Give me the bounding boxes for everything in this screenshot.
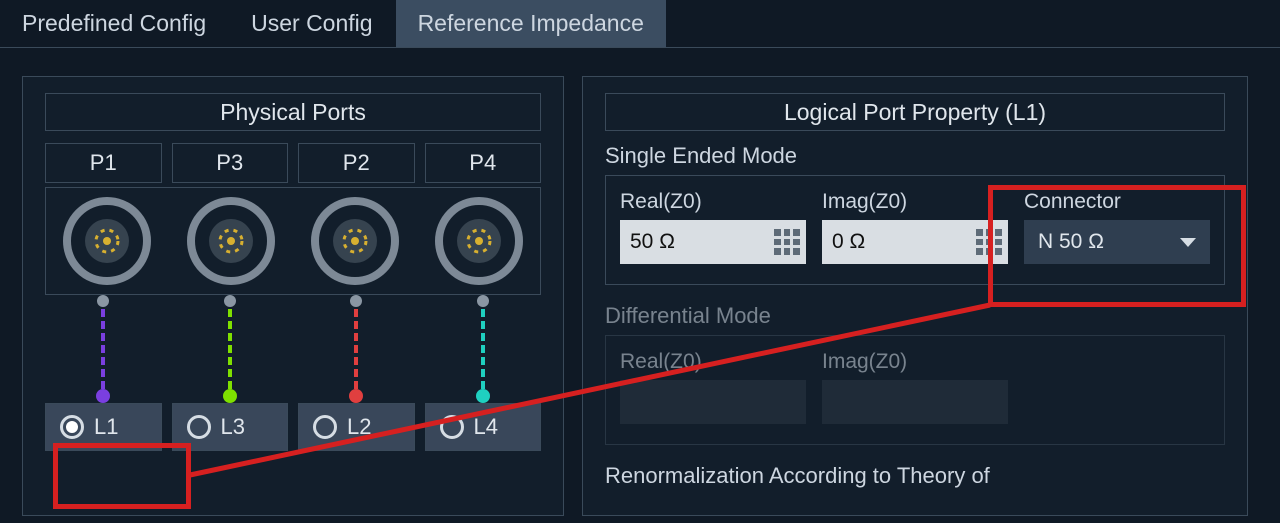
single-ended-label: Single Ended Mode: [605, 143, 1225, 169]
wire-l4: [425, 295, 542, 403]
port-labels-row: P1 P3 P2 P4: [45, 143, 541, 183]
diff-imag-z0-field: Imag(Z0): [822, 350, 1008, 424]
differential-label: Differential Mode: [605, 303, 1225, 329]
field-label: Real(Z0): [620, 190, 806, 214]
diff-real-z0-field: Real(Z0): [620, 350, 806, 424]
keypad-icon[interactable]: [976, 229, 1002, 255]
connectors-box: [45, 187, 541, 295]
input-value: 50 Ω: [630, 230, 768, 254]
wire-l2: [298, 295, 415, 403]
title-text: Logical Port Property (L1): [784, 99, 1046, 126]
logical-label: L3: [221, 414, 245, 440]
radio-icon: [187, 415, 211, 439]
connector-field: Connector N 50 Ω: [1024, 190, 1210, 264]
connector-p4[interactable]: [422, 196, 536, 286]
imag-z0-field: Imag(Z0) 0 Ω: [822, 190, 1008, 264]
logical-port-l4[interactable]: L4: [425, 403, 542, 451]
diff-real-z0-input: [620, 380, 806, 424]
connector-icon: [186, 196, 276, 286]
connection-lines-row: [45, 295, 541, 403]
connector-p1[interactable]: [50, 196, 164, 286]
connector-select[interactable]: N 50 Ω: [1024, 220, 1210, 264]
port-label-p4: P4: [425, 143, 542, 183]
logical-label: L2: [347, 414, 371, 440]
chevron-down-icon: [1180, 238, 1196, 247]
imag-z0-input[interactable]: 0 Ω: [822, 220, 1008, 264]
field-label: Connector: [1024, 190, 1210, 214]
real-z0-field: Real(Z0) 50 Ω: [620, 190, 806, 264]
real-z0-input[interactable]: 50 Ω: [620, 220, 806, 264]
field-label: Imag(Z0): [822, 350, 1008, 374]
radio-icon: [313, 415, 337, 439]
logical-label: L1: [94, 414, 118, 440]
connector-icon: [434, 196, 524, 286]
port-label-p1: P1: [45, 143, 162, 183]
tab-label: User Config: [251, 10, 372, 37]
keypad-icon[interactable]: [774, 229, 800, 255]
port-label-p3: P3: [172, 143, 289, 183]
physical-ports-panel: Physical Ports P1 P3 P2 P4: [22, 76, 564, 516]
single-ended-group: Real(Z0) 50 Ω Imag(Z0) 0 Ω Connector N 5…: [605, 175, 1225, 285]
tab-bar: Predefined Config User Config Reference …: [0, 0, 1280, 48]
input-value: 0 Ω: [832, 230, 970, 254]
title-text: Physical Ports: [220, 99, 366, 126]
connector-p2[interactable]: [298, 196, 412, 286]
radio-icon: [440, 415, 464, 439]
logical-port-property-panel: Logical Port Property (L1) Single Ended …: [582, 76, 1248, 516]
logical-port-l2[interactable]: L2: [298, 403, 415, 451]
connector-p3[interactable]: [174, 196, 288, 286]
renormalization-label: Renormalization According to Theory of: [605, 463, 1225, 489]
field-label: Imag(Z0): [822, 190, 1008, 214]
tab-label: Reference Impedance: [418, 10, 644, 37]
select-value: N 50 Ω: [1038, 230, 1104, 254]
radio-icon: [60, 415, 84, 439]
tab-reference-impedance[interactable]: Reference Impedance: [396, 0, 667, 47]
tab-user-config[interactable]: User Config: [229, 0, 395, 47]
field-label: Real(Z0): [620, 350, 806, 374]
connector-icon: [62, 196, 152, 286]
panel-title: Logical Port Property (L1): [605, 93, 1225, 131]
tab-predefined-config[interactable]: Predefined Config: [0, 0, 229, 47]
logical-ports-row: L1 L3 L2 L4: [45, 403, 541, 451]
diff-imag-z0-input: [822, 380, 1008, 424]
panel-title: Physical Ports: [45, 93, 541, 131]
tab-label: Predefined Config: [22, 10, 206, 37]
logical-port-l1[interactable]: L1: [45, 403, 162, 451]
logical-port-l3[interactable]: L3: [172, 403, 289, 451]
wire-l3: [172, 295, 289, 403]
differential-group: Real(Z0) Imag(Z0) .: [605, 335, 1225, 445]
connector-icon: [310, 196, 400, 286]
wire-l1: [45, 295, 162, 403]
content-area: Physical Ports P1 P3 P2 P4: [0, 48, 1280, 516]
port-label-p2: P2: [298, 143, 415, 183]
logical-label: L4: [474, 414, 498, 440]
